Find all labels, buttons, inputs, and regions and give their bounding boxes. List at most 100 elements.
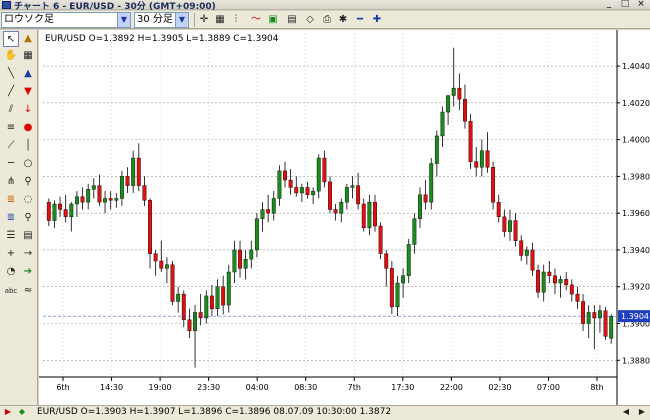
print-icon[interactable]: ⎙ [320,13,334,27]
pointer-tool-icon[interactable]: ▲ [20,31,36,47]
cursor-icon[interactable]: ↖ [3,31,19,47]
timeframe-select[interactable]: 30 分足 ▼ [134,12,189,28]
vertical-line-icon[interactable]: │ [20,138,36,154]
current-price-label: 1.3904 [621,312,649,321]
down-candle [294,187,299,194]
color-lines-icon[interactable]: ≣ [3,210,19,226]
down-candle [153,253,158,262]
down-candle [457,87,462,100]
eraser-icon[interactable]: ◇ [303,13,317,27]
down-candle [288,179,293,188]
ray-icon[interactable]: ╱ [3,84,19,100]
down-candle [283,170,287,181]
calculator-icon[interactable]: ▦ [20,48,36,64]
maximize-button[interactable]: □ [620,0,630,9]
crosshair-icon[interactable]: ✛ [197,13,211,27]
wave-icon[interactable]: ≈ [20,283,36,299]
stop-icon[interactable]: ● [20,120,36,136]
down-candle [530,249,535,271]
up-candle [232,249,237,273]
up-candle [479,150,484,168]
timeframe-value: 30 分足 [137,14,173,25]
up-candle [609,315,614,339]
y-tick-label: 1.4000 [622,136,650,145]
down-candle [592,312,597,319]
up-candle [114,198,119,201]
horizontal-line-icon[interactable]: ─ [3,156,19,172]
status-bar: ▶ ◆ EUR/USD O=1.3903 H=1.3907 L=1.3896 C… [0,405,650,420]
search-icon[interactable]: ⚲ [20,210,36,226]
down-candle [389,268,394,308]
trendline-icon[interactable]: ╲ [3,66,19,82]
up-candle [226,271,231,306]
signal-icon[interactable]: ◔ [3,264,19,280]
list-icon[interactable]: ☰ [3,228,19,244]
down-candle [266,209,271,214]
up-candle [541,271,546,293]
buy-arrow-icon[interactable]: ▲ [20,66,36,82]
up-candle [451,87,456,96]
right-arrow-icon[interactable]: ➔ [20,264,36,280]
minimize-button[interactable]: _ [604,0,614,9]
toolbar-divider [194,13,195,27]
down-candle [97,185,102,203]
up-candle [91,185,96,190]
x-tick-label: 6th [56,383,69,392]
gann-icon[interactable]: ⟋ [3,138,19,154]
template-icon[interactable]: ▤ [285,13,299,27]
up-candle [119,176,124,199]
red-flag-icon[interactable]: ▶ [2,405,14,419]
scroll-right-icon[interactable]: ▶ [636,405,648,419]
up-candle [86,189,91,203]
fibonacci-icon[interactable]: ≡ [3,120,19,136]
down-candle [373,201,377,227]
x-tick-label: 02:30 [488,383,511,392]
close-button[interactable]: × [636,0,646,9]
sell-arrow-icon[interactable]: ▼ [20,84,36,100]
down-candle [502,216,507,232]
chart-type-select[interactable]: ロウソク足 ▼ [1,12,131,28]
chart-area[interactable]: 1.4040 1.4020 1.4000 1.3980 1.3960 1.3940 1.39… [39,30,650,405]
pitchfork-icon[interactable]: ⋔ [3,174,19,190]
up-candle [74,196,79,205]
arrow-tool-icon[interactable]: → [20,246,36,262]
channel-icon[interactable]: ⫽ [3,102,19,118]
down-candle [356,185,361,205]
up-candle [395,282,400,308]
zoom-in-icon[interactable]: ✚ [370,13,384,27]
down-candle [513,220,518,241]
grid-icon[interactable]: ▦ [213,13,227,27]
y-tick-label: 1.3940 [622,246,650,255]
text-label-icon[interactable]: abc [3,283,19,299]
down-candle [547,271,552,276]
chart-type-value: ロウソク足 [4,14,54,25]
magnifier-icon[interactable]: ⚲ [20,174,36,190]
down-candle [361,203,366,229]
up-candle [243,258,248,269]
candlestick-chart[interactable]: 1.4040 1.4020 1.4000 1.3980 1.3960 1.3940 1.39… [39,30,650,405]
down-candle [221,286,226,306]
crosshair-tool-icon[interactable]: + [3,246,19,262]
scroll-left-icon[interactable]: ◀ [620,405,632,419]
down-arrow-icon[interactable]: ↓ [20,102,36,118]
green-flag-icon[interactable]: ◆ [16,405,28,419]
up-candle [446,95,451,113]
line-chart-icon[interactable]: ⫶ [229,13,243,27]
color-bars-icon[interactable]: ≣ [3,192,19,208]
settings-icon[interactable]: ✱ [336,13,350,27]
x-tick-label: 07:00 [537,383,560,392]
ellipse-icon[interactable]: ○ [20,156,36,172]
trend-icon[interactable]: 〜 [249,13,263,27]
y-tick-label: 1.4040 [622,62,650,71]
title-bar[interactable]: チャート 6 - EUR/USD - 30分 (GMT+09:00) _ □ × [0,0,650,12]
up-candle [52,203,57,221]
indicator-icon[interactable]: ▣ [266,13,280,27]
cycle-icon[interactable]: ◌ [20,192,36,208]
up-candle [164,264,169,269]
hand-icon[interactable]: ✋ [3,48,19,64]
down-candle [58,203,63,210]
zoom-out-icon[interactable]: ━ [353,13,367,27]
up-candle [260,209,265,219]
down-candle [384,253,389,269]
text-icon[interactable]: ▤ [20,228,36,244]
